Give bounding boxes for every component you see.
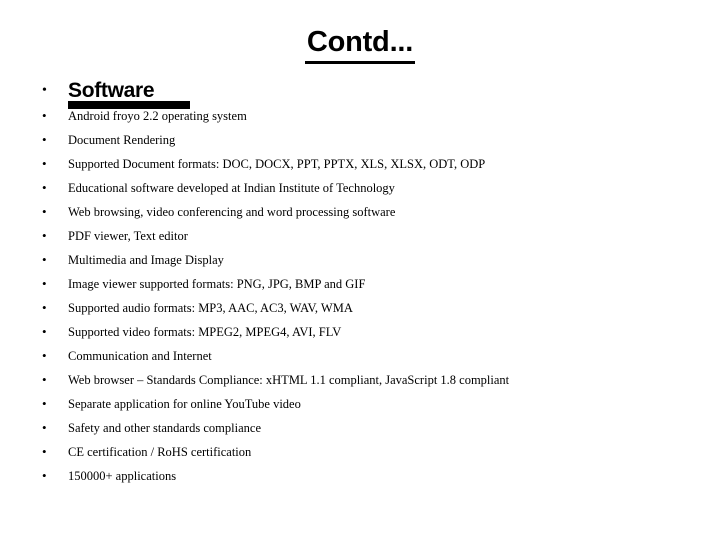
bullet-icon: • — [42, 252, 47, 267]
list-item-label: CE certification / RoHS certification — [68, 445, 252, 459]
slide-title: Contd... — [0, 26, 720, 64]
list-item-label: Supported video formats: MPEG2, MPEG4, A… — [68, 325, 342, 339]
slide-title-text: Contd... — [304, 26, 416, 64]
list-item-label: Communication and Internet — [68, 349, 212, 363]
list-item-label: Document Rendering — [68, 133, 176, 147]
slide-canvas: { "slide": { "title": "Contd...", "backg… — [0, 0, 720, 540]
list-item: • CE certification / RoHS certification — [0, 440, 720, 464]
list-item-label: Educational software developed at Indian… — [68, 181, 395, 195]
bullet-icon: • — [42, 83, 47, 98]
list-item-label: Separate application for online YouTube … — [68, 397, 301, 411]
bullet-list: • Software • Android froyo 2.2 operating… — [0, 78, 720, 488]
bullet-icon: • — [42, 348, 47, 363]
list-item: • Educational software developed at Indi… — [0, 176, 720, 200]
list-item: • Web browsing, video conferencing and w… — [0, 200, 720, 224]
list-item-label: Web browser – Standards Compliance: xHTM… — [68, 373, 510, 387]
list-item: • 150000+ applications — [0, 464, 720, 488]
bullet-icon: • — [42, 180, 47, 195]
list-item: • Multimedia and Image Display — [0, 248, 720, 272]
list-item: • Safety and other standards compliance — [0, 416, 720, 440]
list-item: • Supported video formats: MPEG2, MPEG4,… — [0, 320, 720, 344]
list-item: • Separate application for online YouTub… — [0, 392, 720, 416]
bullet-icon: • — [42, 204, 47, 219]
list-item-label: Supported Document formats: DOC, DOCX, P… — [68, 157, 486, 171]
list-item-label: Web browsing, video conferencing and wor… — [68, 205, 396, 219]
list-item: • Supported Document formats: DOC, DOCX,… — [0, 152, 720, 176]
bullet-icon: • — [42, 372, 47, 387]
bullet-icon: • — [42, 108, 47, 123]
bullet-icon: • — [42, 300, 47, 315]
list-item-label: Safety and other standards compliance — [68, 421, 261, 435]
list-item-label: Multimedia and Image Display — [68, 253, 224, 267]
heading-underline-bar — [68, 101, 190, 109]
bullet-icon: • — [42, 420, 47, 435]
bullet-icon: • — [42, 132, 47, 147]
list-item: • Supported audio formats: MP3, AAC, AC3… — [0, 296, 720, 320]
list-item-label: Supported audio formats: MP3, AAC, AC3, … — [68, 301, 353, 315]
bullet-icon: • — [42, 276, 47, 291]
bullet-icon: • — [42, 444, 47, 459]
bullet-icon: • — [42, 156, 47, 171]
list-item-label: 150000+ applications — [68, 469, 177, 483]
list-item: • PDF viewer, Text editor — [0, 224, 720, 248]
list-item: • Document Rendering — [0, 128, 720, 152]
list-item: • Communication and Internet — [0, 344, 720, 368]
bullet-icon: • — [42, 468, 47, 483]
bullet-icon: • — [42, 324, 47, 339]
list-item-label: PDF viewer, Text editor — [68, 229, 188, 243]
bullet-icon: • — [42, 228, 47, 243]
list-item-label: Image viewer supported formats: PNG, JPG… — [68, 277, 366, 291]
list-item: • Web browser – Standards Compliance: xH… — [0, 368, 720, 392]
list-item: • Image viewer supported formats: PNG, J… — [0, 272, 720, 296]
bullet-icon: • — [42, 396, 47, 411]
